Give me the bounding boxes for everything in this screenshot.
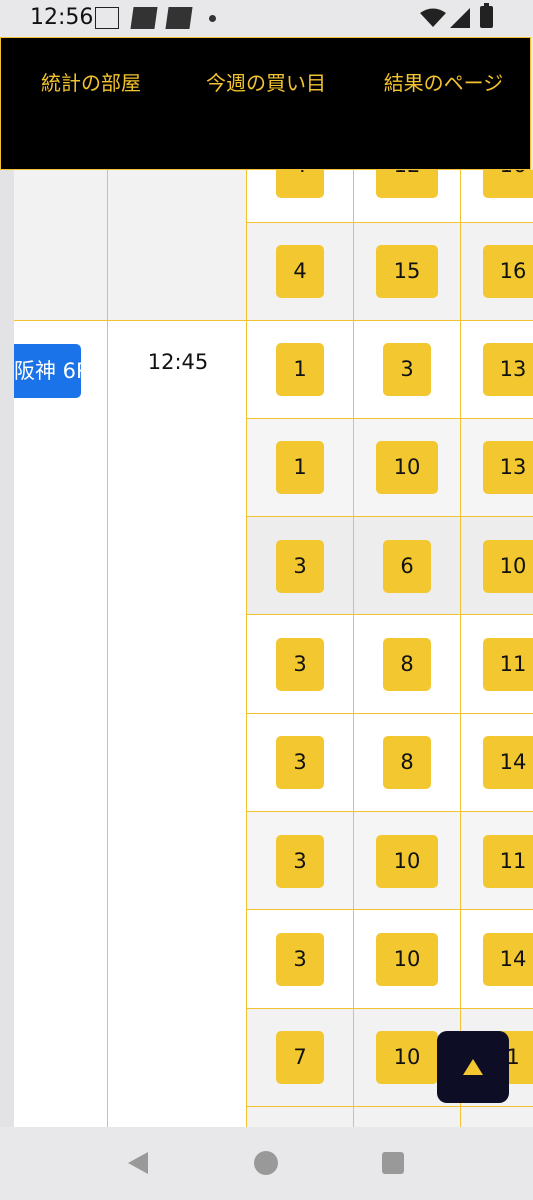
race-button[interactable]: 阪神 6R (14, 344, 81, 398)
horse-number: 10 (376, 441, 438, 494)
row-divider (247, 1008, 533, 1009)
scroll-edge (0, 170, 14, 1127)
row-divider (247, 909, 533, 910)
horse-number: 11 (483, 638, 533, 691)
horse-number: 3 (276, 933, 324, 986)
column-divider (107, 170, 108, 1127)
battery-icon (480, 3, 493, 28)
column-divider (460, 170, 461, 1127)
back-icon[interactable] (128, 1152, 148, 1174)
race-cell-prev (14, 170, 247, 320)
horse-number: 11 (483, 835, 533, 888)
horse-number: 14 (483, 736, 533, 789)
horse-number: 13 (483, 343, 533, 396)
status-time: 12:56 (30, 5, 94, 30)
scroll-top-icon (463, 1059, 483, 1075)
horse-number: 10 (376, 835, 438, 888)
horse-number: 10 (376, 1031, 438, 1084)
horse-number: 15 (376, 245, 438, 298)
row-divider (247, 222, 533, 223)
home-icon[interactable] (254, 1151, 278, 1175)
horse-number: 3 (276, 540, 324, 593)
horse-number: 6 (383, 540, 431, 593)
uniqlo-notification-icon (95, 7, 119, 29)
row-divider (247, 713, 533, 714)
nav-this-week-bets[interactable]: 今週の買い目 (201, 65, 331, 101)
horse-number: 10 (376, 933, 438, 986)
bets-table[interactable]: 阪神 6R 12:45 4 12 16 4 15 16 1 3 13 1 10 … (0, 170, 533, 1127)
signal-icon (450, 8, 470, 28)
row-divider (247, 614, 533, 615)
race-start-time: 12:45 (147, 350, 209, 374)
horse-number: 14 (483, 933, 533, 986)
nav-stats-room[interactable]: 統計の部屋 (21, 65, 161, 101)
horse-number: 3 (276, 736, 324, 789)
race-divider (14, 320, 533, 321)
horse-number: 3 (383, 343, 431, 396)
row-divider (247, 516, 533, 517)
horse-number: 4 (276, 245, 324, 298)
horse-number: 8 (383, 736, 431, 789)
horse-number: 3 (276, 638, 324, 691)
recents-icon[interactable] (382, 1152, 404, 1174)
wn-notification-icon (130, 7, 158, 29)
horse-number: 16 (483, 170, 533, 198)
horse-number: 8 (383, 638, 431, 691)
horse-number: 10 (483, 540, 533, 593)
horse-number: 3 (276, 835, 324, 888)
horse-number: 4 (276, 170, 324, 198)
horse-number: 1 (276, 441, 324, 494)
row-divider (247, 811, 533, 812)
horse-number: 7 (276, 1031, 324, 1084)
row-divider (247, 418, 533, 419)
more-notifications-dot-icon (209, 15, 216, 22)
scroll-top-button[interactable] (437, 1031, 509, 1103)
wn-notification-icon-2 (165, 7, 193, 29)
row-divider (247, 1106, 533, 1107)
status-bar: 12:56 (0, 0, 533, 37)
horse-number: 1 (276, 343, 324, 396)
horse-number: 13 (483, 441, 533, 494)
horse-number: 12 (376, 170, 438, 198)
nav-results-page[interactable]: 結果のページ (366, 65, 521, 101)
top-navigation: 統計の部屋 今週の買い目 結果のページ (0, 37, 531, 170)
horse-number: 16 (483, 245, 533, 298)
column-divider (246, 170, 247, 1127)
column-divider (353, 170, 354, 1127)
wifi-icon (420, 8, 446, 27)
